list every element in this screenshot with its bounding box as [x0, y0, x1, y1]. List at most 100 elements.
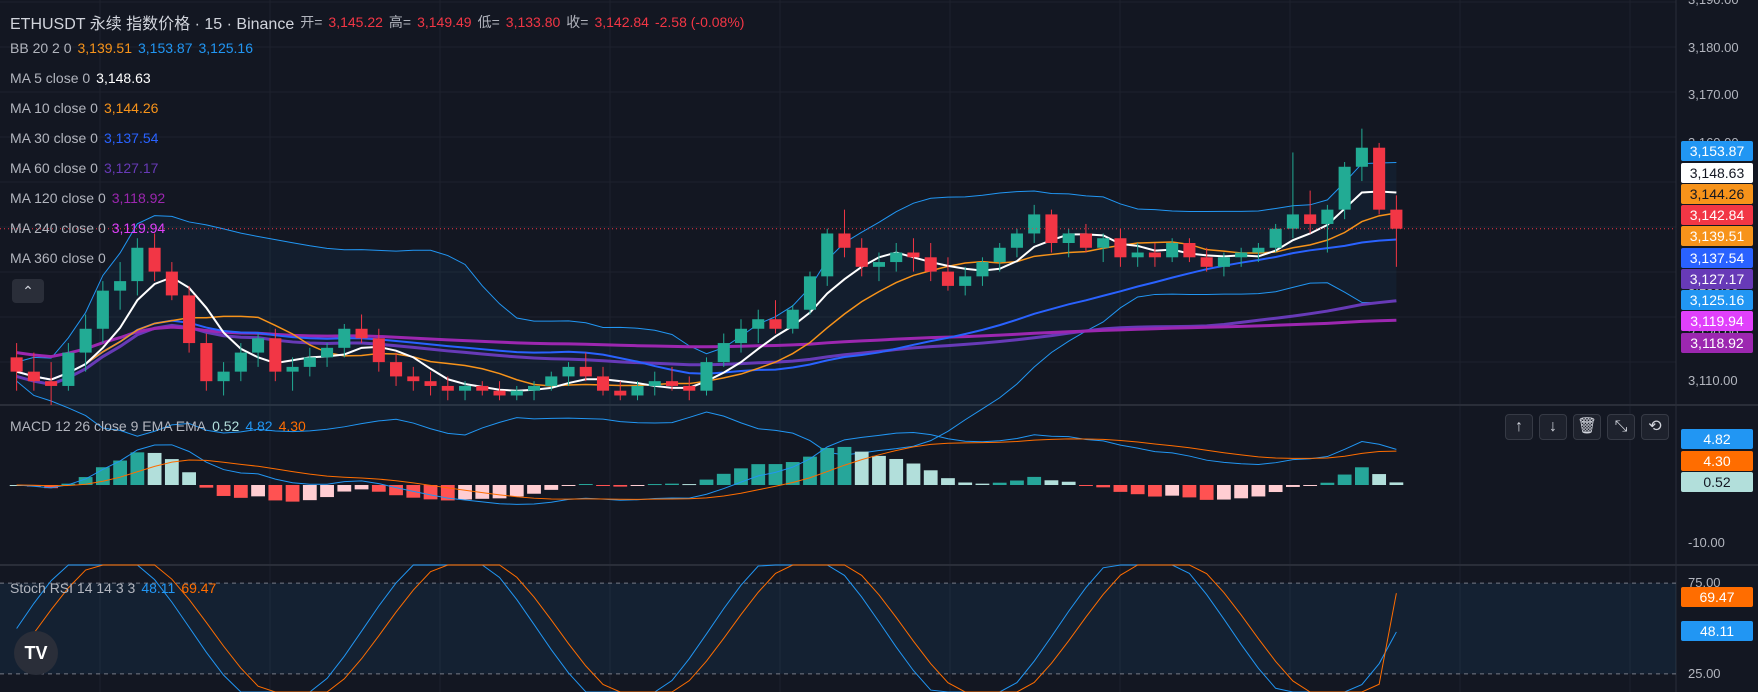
- macd-histogram-bar: [1251, 485, 1266, 497]
- candle-body: [596, 376, 610, 391]
- candle-body: [993, 247, 1006, 263]
- price-tag: 3,153.87: [1681, 141, 1753, 161]
- candle-body: [1373, 147, 1386, 210]
- indicator-legend-row[interactable]: MA 10 close 0 3,144.26: [10, 100, 158, 116]
- candle-body: [976, 262, 989, 277]
- indicator-label: MA 10 close 0: [10, 100, 98, 116]
- indicator-label: BB 20 2 0: [10, 40, 72, 56]
- macd-value-hist: 0.52: [212, 418, 240, 434]
- indicator-label: MA 30 close 0: [10, 130, 98, 146]
- candle-body: [1114, 238, 1127, 258]
- candle-body: [1097, 238, 1110, 248]
- candle-body: [1321, 209, 1334, 224]
- move-pane-up-button[interactable]: ↑: [1505, 414, 1533, 440]
- indicator-label: MA 60 close 0: [10, 160, 98, 176]
- macd-histogram-bar: [1320, 482, 1335, 485]
- indicator-legend-row[interactable]: MA 60 close 0 3,127.17: [10, 160, 158, 176]
- macd-histogram-bar: [854, 451, 869, 485]
- stoch-value-tag: 48.11: [1681, 621, 1753, 641]
- indicator-legend-row[interactable]: MA 120 close 0 3,118.92: [10, 190, 165, 206]
- macd-histogram-bar: [889, 458, 904, 485]
- macd-histogram-bar: [354, 485, 369, 490]
- indicator-value: 3,144.26: [103, 100, 159, 116]
- macd-histogram-bar: [233, 485, 248, 498]
- macd-histogram-bar: [147, 452, 162, 485]
- macd-histogram-bar: [492, 485, 507, 499]
- stoch-band-fill: [0, 583, 1676, 674]
- indicator-legend-row[interactable]: MA 30 close 0 3,137.54: [10, 130, 158, 146]
- macd-histogram-bar: [458, 485, 472, 500]
- stoch-value-d: 69.47: [181, 580, 217, 596]
- candle-body: [45, 381, 58, 386]
- price-tag: 3,139.51: [1681, 226, 1753, 246]
- indicator-value: 3,153.87: [138, 40, 193, 56]
- macd-histogram-bar: [1148, 485, 1162, 497]
- indicator-legend-row[interactable]: MA 5 close 0 3,148.63: [10, 70, 151, 86]
- candle-body: [838, 233, 851, 248]
- macd-histogram-bar: [423, 485, 438, 500]
- candle-body: [252, 338, 265, 353]
- price-tag: 3,119.94: [1681, 311, 1753, 331]
- chart-canvas[interactable]: [0, 0, 1758, 692]
- indicator-legend-row[interactable]: BB 20 2 0 3,139.51 3,153.87 3,125.16: [10, 40, 253, 56]
- candle-body: [131, 247, 144, 282]
- price-tag: 3,137.54: [1681, 248, 1753, 268]
- candle-body: [1304, 214, 1317, 224]
- macd-histogram-bar: [1337, 474, 1352, 485]
- macd-histogram-bar: [199, 485, 214, 488]
- candle-body: [941, 271, 954, 286]
- macd-histogram-bar: [302, 485, 317, 501]
- macd-histogram-bar: [268, 485, 283, 501]
- candle-body: [303, 357, 316, 367]
- candle-body: [545, 376, 558, 386]
- candle-body: [269, 338, 282, 372]
- collapse-legend-button[interactable]: ⌃: [12, 279, 44, 303]
- candle-body: [1252, 247, 1265, 253]
- candle-body: [527, 385, 541, 391]
- symbol-legend[interactable]: ETHUSDT 永续 指数价格 · 15 · Binance 开= 3,145.2…: [10, 10, 744, 34]
- indicator-label: MA 120 close 0: [10, 190, 106, 206]
- macd-histogram-bar: [699, 479, 714, 485]
- candle-body: [165, 271, 178, 296]
- price-axis-label: 3,190.00: [1688, 0, 1739, 7]
- macd-histogram-bar: [578, 484, 593, 486]
- chart-root[interactable]: [0, 0, 1758, 692]
- candle-body: [493, 390, 506, 396]
- candle-body: [562, 366, 575, 377]
- indicator-legend-row[interactable]: MA 360 close 0: [10, 250, 106, 266]
- macd-histogram-bar: [768, 464, 783, 485]
- macd-histogram-bar: [820, 447, 835, 485]
- candle-body: [924, 257, 937, 272]
- candle-body: [1028, 214, 1041, 234]
- move-pane-down-button[interactable]: ↓: [1539, 414, 1567, 440]
- macd-histogram-bar: [320, 485, 334, 498]
- maximize-pane-button[interactable]: ⤡: [1607, 414, 1635, 440]
- macd-histogram-bar: [1010, 480, 1024, 485]
- macd-histogram-bar: [923, 470, 938, 485]
- candle-body: [803, 276, 817, 310]
- candle-body: [648, 381, 661, 386]
- indicator-value: 3,119.94: [111, 220, 166, 236]
- tradingview-logo[interactable]: TV: [14, 631, 58, 675]
- candle-body: [769, 319, 782, 329]
- price-tag: 3,127.17: [1681, 269, 1753, 289]
- pane-settings-button[interactable]: ⟲: [1641, 414, 1669, 440]
- indicator-legend-row[interactable]: MA 240 close 0 3,119.94: [10, 220, 165, 236]
- bollinger-fill: [16, 162, 1397, 455]
- macd-histogram-bar: [1182, 485, 1197, 498]
- macd-histogram-bar: [975, 483, 990, 485]
- candle-body: [407, 376, 420, 382]
- candle-body: [700, 362, 713, 391]
- delete-pane-button[interactable]: 🗑: [1573, 414, 1601, 440]
- macd-histogram-bar: [992, 482, 1007, 485]
- stoch-legend[interactable]: Stoch RSI 14 14 3 3 48.11 69.47: [10, 580, 216, 596]
- close-value: 3,142.84: [594, 14, 649, 30]
- indicator-value: 3,137.54: [103, 130, 159, 146]
- symbol-title[interactable]: ETHUSDT 永续 指数价格 · 15 · Binance: [10, 10, 294, 34]
- stoch-value-tag: 69.47: [1681, 587, 1753, 607]
- macd-histogram-bar: [285, 485, 300, 502]
- macd-value-signal: 4.30: [278, 418, 306, 434]
- macd-legend[interactable]: MACD 12 26 close 9 EMA EMA 0.52 4.82 4.3…: [10, 418, 306, 434]
- macd-histogram-bar: [1268, 485, 1283, 493]
- macd-histogram-bar: [182, 472, 196, 485]
